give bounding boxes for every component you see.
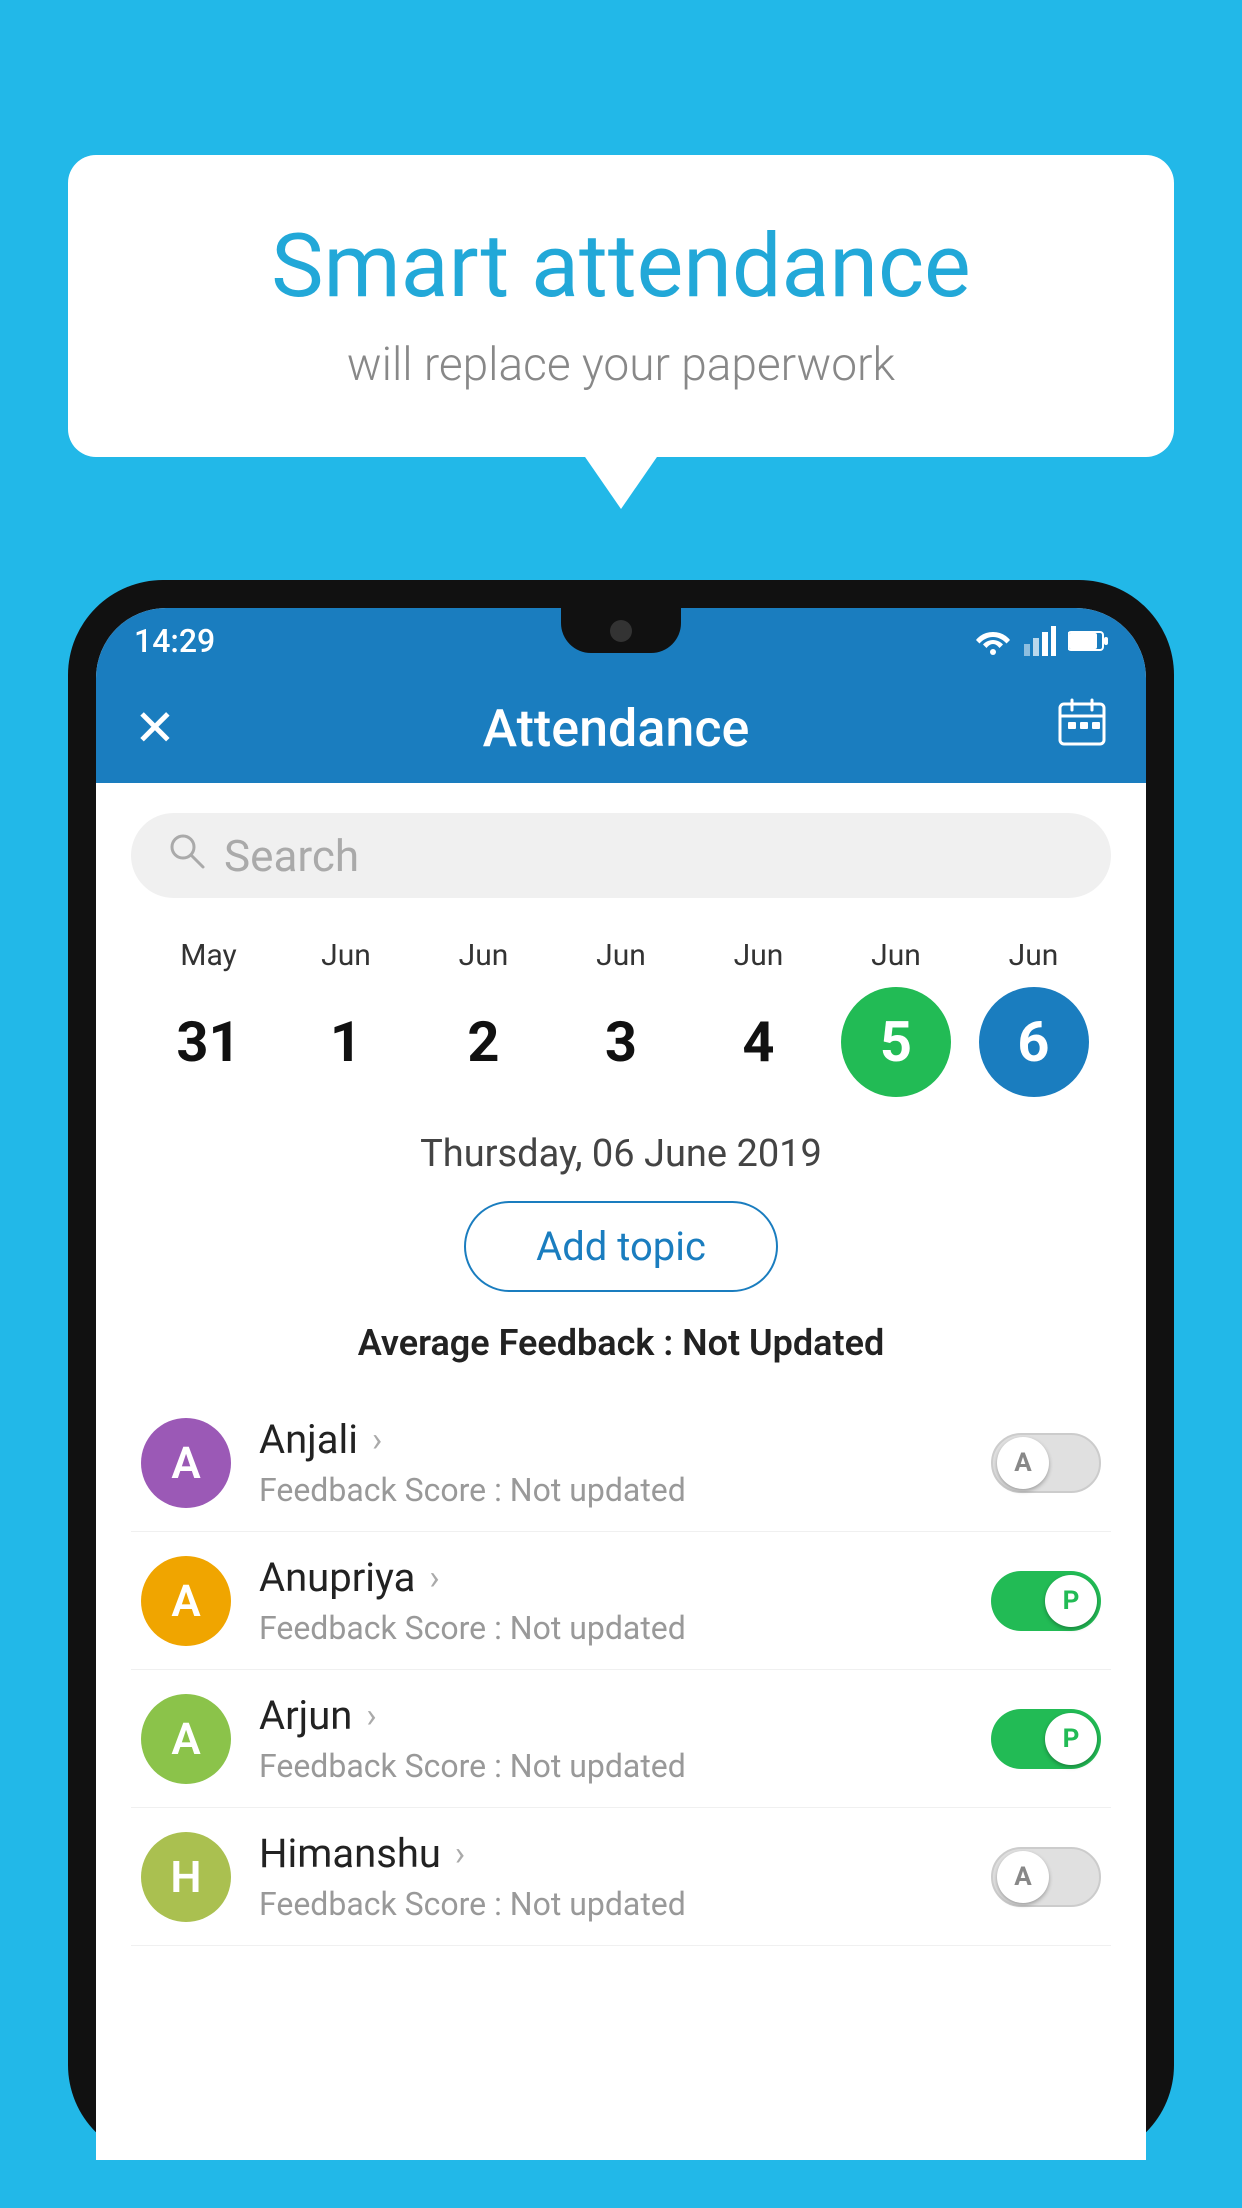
chevron-icon: › xyxy=(372,1420,382,1460)
student-info: Himanshu › Feedback Score : Not updated xyxy=(259,1830,991,1923)
screen-content: Search May 31 Jun 1 Jun 2 Jun 3 Jun 4 Jun 5 Jun 6 Thu… xyxy=(96,783,1146,2160)
toggle-wrap[interactable]: P xyxy=(991,1571,1101,1631)
app-bar: ✕ Attendance xyxy=(96,673,1146,783)
calendar-day[interactable]: Jun 3 xyxy=(554,938,689,1097)
cal-date[interactable]: 2 xyxy=(429,987,539,1097)
wifi-icon xyxy=(974,626,1012,656)
avg-feedback-value: Not Updated xyxy=(682,1322,884,1364)
calendar-strip: May 31 Jun 1 Jun 2 Jun 3 Jun 4 Jun 5 Jun 6 xyxy=(131,938,1111,1097)
avatar: A xyxy=(141,1418,231,1508)
signal-icon xyxy=(1024,626,1056,656)
avatar: H xyxy=(141,1832,231,1922)
attendance-toggle[interactable]: P xyxy=(991,1709,1101,1769)
student-info: Arjun › Feedback Score : Not updated xyxy=(259,1692,991,1785)
phone-frame: 14:29 xyxy=(68,580,1174,2208)
calendar-day[interactable]: Jun 6 xyxy=(966,938,1101,1097)
phone-inner: 14:29 xyxy=(96,608,1146,2160)
calendar-button[interactable] xyxy=(1056,696,1108,761)
speech-bubble: Smart attendance will replace your paper… xyxy=(68,155,1174,457)
toggle-wrap[interactable]: A xyxy=(991,1847,1101,1907)
date-info: Thursday, 06 June 2019 xyxy=(131,1132,1111,1176)
calendar-day[interactable]: Jun 1 xyxy=(279,938,414,1097)
student-list: AAnjali ›Feedback Score : Not updatedAAA… xyxy=(131,1394,1111,1946)
calendar-day[interactable]: May 31 xyxy=(141,938,276,1097)
chevron-icon: › xyxy=(455,1834,465,1874)
notch xyxy=(561,608,681,653)
toggle-knob: P xyxy=(1045,1575,1097,1627)
search-placeholder: Search xyxy=(224,830,359,882)
status-bar: 14:29 xyxy=(96,608,1146,673)
cal-month: Jun xyxy=(1009,938,1059,973)
attendance-toggle[interactable]: P xyxy=(991,1571,1101,1631)
student-item[interactable]: A Arjun › Feedback Score : Not updated P xyxy=(131,1670,1111,1808)
calendar-day[interactable]: Jun 5 xyxy=(829,938,964,1097)
cal-date[interactable]: 3 xyxy=(566,987,676,1097)
cal-date[interactable]: 4 xyxy=(704,987,814,1097)
avatar: A xyxy=(141,1556,231,1646)
feedback-score: Feedback Score : Not updated xyxy=(259,1609,991,1647)
speech-bubble-wrapper: Smart attendance will replace your paper… xyxy=(68,155,1174,457)
student-name: Anupriya › xyxy=(259,1554,991,1601)
toggle-wrap[interactable]: P xyxy=(991,1709,1101,1769)
calendar-day[interactable]: Jun 4 xyxy=(691,938,826,1097)
chevron-icon: › xyxy=(429,1558,439,1598)
battery-icon xyxy=(1068,630,1108,652)
toggle-knob: A xyxy=(997,1851,1049,1903)
cal-date[interactable]: 31 xyxy=(154,987,264,1097)
attendance-toggle[interactable]: A xyxy=(991,1433,1101,1493)
cal-month: May xyxy=(180,938,236,973)
cal-date[interactable]: 5 xyxy=(841,987,951,1097)
student-item[interactable]: H Himanshu › Feedback Score : Not updatedA xyxy=(131,1808,1111,1946)
avg-feedback-label: Average Feedback : xyxy=(358,1322,682,1364)
speech-bubble-subtitle: will replace your paperwork xyxy=(148,338,1094,392)
attendance-toggle[interactable]: A xyxy=(991,1847,1101,1907)
toggle-wrap[interactable]: A xyxy=(991,1433,1101,1493)
cal-date[interactable]: 6 xyxy=(979,987,1089,1097)
phone-outer: 14:29 xyxy=(68,580,1174,2160)
selected-date-text: Thursday, 06 June 2019 xyxy=(420,1132,822,1176)
student-name: Himanshu › xyxy=(259,1830,991,1877)
camera xyxy=(610,620,632,642)
app-title: Attendance xyxy=(483,698,750,759)
feedback-score: Feedback Score : Not updated xyxy=(259,1885,991,1923)
student-info: Anupriya › Feedback Score : Not updated xyxy=(259,1554,991,1647)
cal-month: Jun xyxy=(734,938,784,973)
cal-month: Jun xyxy=(459,938,509,973)
cal-date[interactable]: 1 xyxy=(291,987,401,1097)
cal-month: Jun xyxy=(871,938,921,973)
cal-month: Jun xyxy=(596,938,646,973)
cal-month: Jun xyxy=(321,938,371,973)
student-name: Anjali › xyxy=(259,1416,991,1463)
feedback-score: Feedback Score : Not updated xyxy=(259,1471,991,1509)
toggle-knob: A xyxy=(997,1437,1049,1489)
search-bar[interactable]: Search xyxy=(131,813,1111,898)
status-time: 14:29 xyxy=(134,622,215,660)
student-item[interactable]: A Anupriya › Feedback Score : Not updated P xyxy=(131,1532,1111,1670)
chevron-icon: › xyxy=(366,1696,376,1736)
calendar-day[interactable]: Jun 2 xyxy=(416,938,551,1097)
speech-bubble-title: Smart attendance xyxy=(148,215,1094,318)
avg-feedback: Average Feedback : Not Updated xyxy=(131,1322,1111,1364)
student-info: Anjali › Feedback Score : Not updated xyxy=(259,1416,991,1509)
search-icon xyxy=(166,830,206,881)
feedback-score: Feedback Score : Not updated xyxy=(259,1747,991,1785)
toggle-knob: P xyxy=(1045,1713,1097,1765)
student-item[interactable]: AAnjali ›Feedback Score : Not updatedA xyxy=(131,1394,1111,1532)
add-topic-button[interactable]: Add topic xyxy=(464,1201,778,1292)
status-icons xyxy=(974,626,1108,656)
close-button[interactable]: ✕ xyxy=(134,699,176,758)
student-name: Arjun › xyxy=(259,1692,991,1739)
avatar: A xyxy=(141,1694,231,1784)
